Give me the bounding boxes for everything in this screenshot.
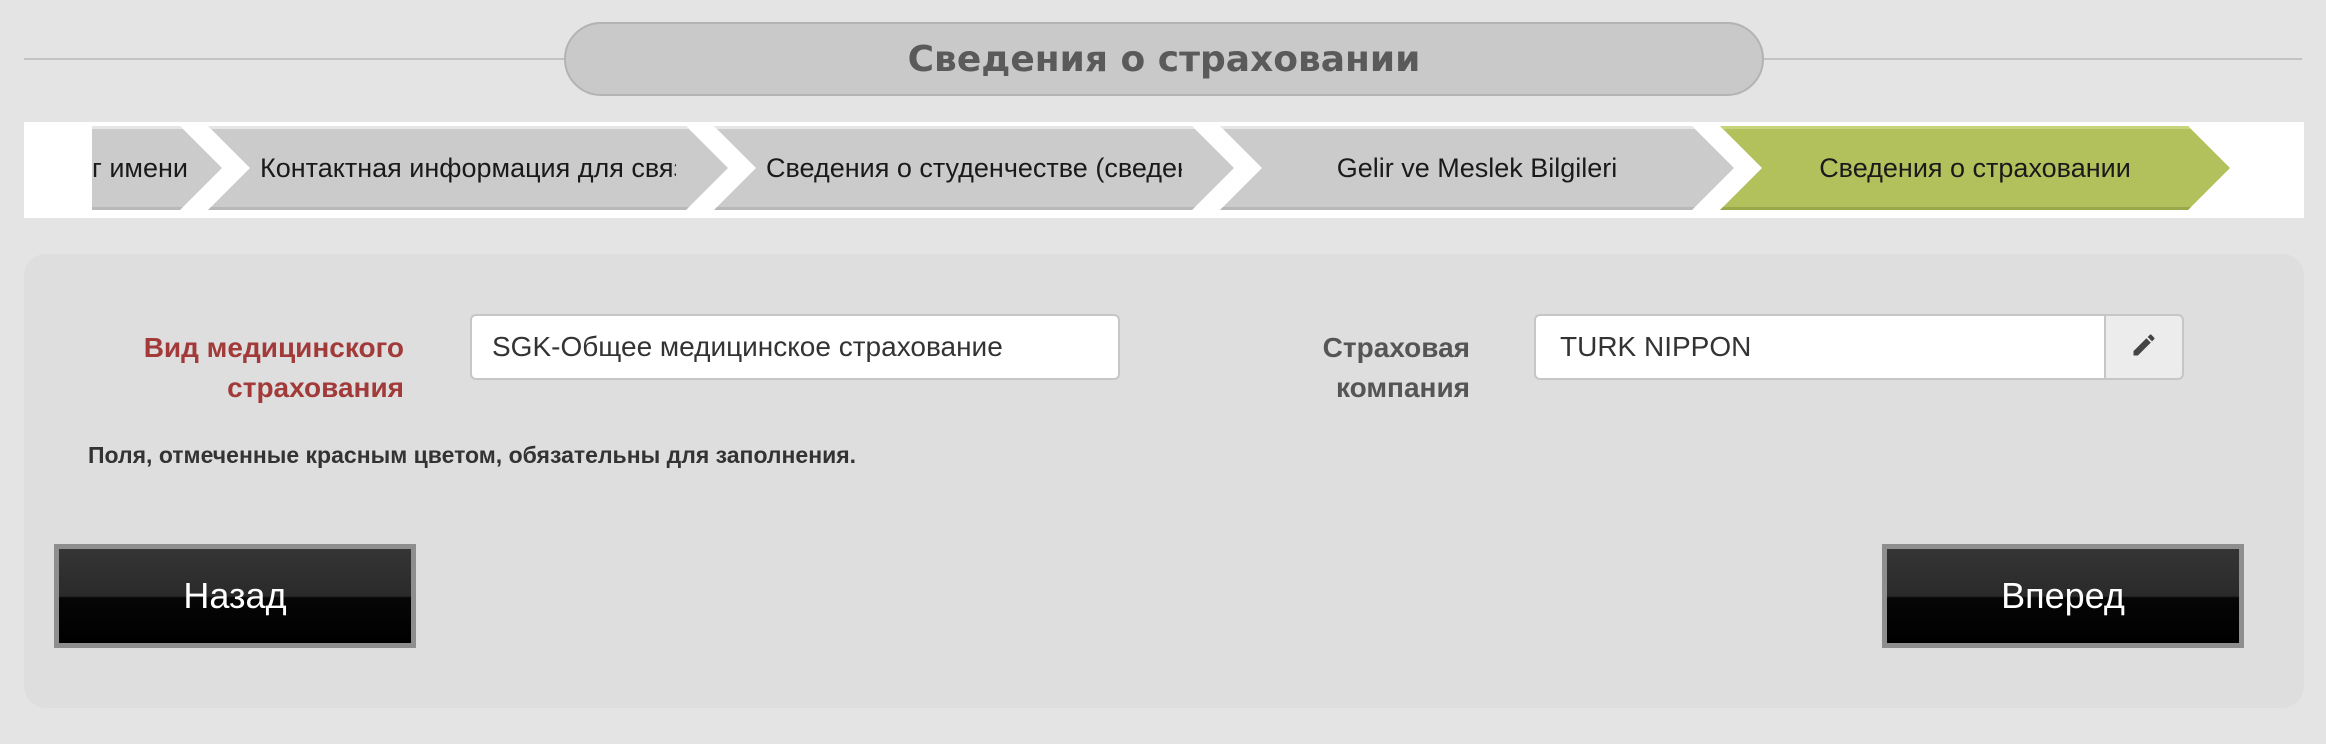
page-title: Сведения о страховании <box>564 22 1764 96</box>
next-button[interactable]: Вперед <box>1882 544 2244 648</box>
step-insurance-info[interactable]: Сведения о страховании <box>1720 126 2230 210</box>
required-fields-note: Поля, отмеченные красным цветом, обязате… <box>88 442 857 468</box>
back-button[interactable]: Назад <box>54 544 416 648</box>
insurance-company-field[interactable]: TURK NIPPON <box>1534 314 2108 380</box>
step-label: Gelir ve Meslek Bilgileri <box>1336 152 1618 183</box>
insurance-company-label: Страховая компания <box>1170 328 1470 408</box>
insurance-type-value: SGK-Общее медицинское страхование <box>492 331 1003 362</box>
label-line: компания <box>1335 372 1470 403</box>
insurance-type-label: Вид медицинского страхования <box>104 328 404 408</box>
step-contact-info[interactable]: Контактная информация для связи в Турции <box>208 126 728 210</box>
step-label: г имени и <box>92 152 188 183</box>
step-income-occupation[interactable]: Gelir ve Meslek Bilgileri <box>1220 126 1734 210</box>
step-label: Сведения о страховании <box>1819 152 2131 183</box>
pencil-icon <box>2130 331 2158 364</box>
step-student-info[interactable]: Сведения о студенчестве (сведения о теку… <box>714 126 1234 210</box>
label-line: страхования <box>227 372 404 403</box>
back-button-label: Назад <box>183 575 287 616</box>
step-wizard: г имени и Контактная информация для связ… <box>92 122 2232 214</box>
next-button-label: Вперед <box>2001 575 2125 616</box>
step-label: Сведения о студенчестве (сведения о теку… <box>766 152 1178 183</box>
insurance-company-value: TURK NIPPON <box>1560 331 1752 362</box>
step-personal-info[interactable]: г имени и <box>92 126 222 210</box>
insurance-type-field[interactable]: SGK-Общее медицинское страхование <box>470 314 1120 380</box>
label-line: Страховая <box>1322 332 1470 363</box>
label-line: Вид медицинского <box>143 332 404 363</box>
edit-company-button[interactable] <box>2104 314 2184 380</box>
step-label: Контактная информация для связи в Турции <box>260 152 674 183</box>
